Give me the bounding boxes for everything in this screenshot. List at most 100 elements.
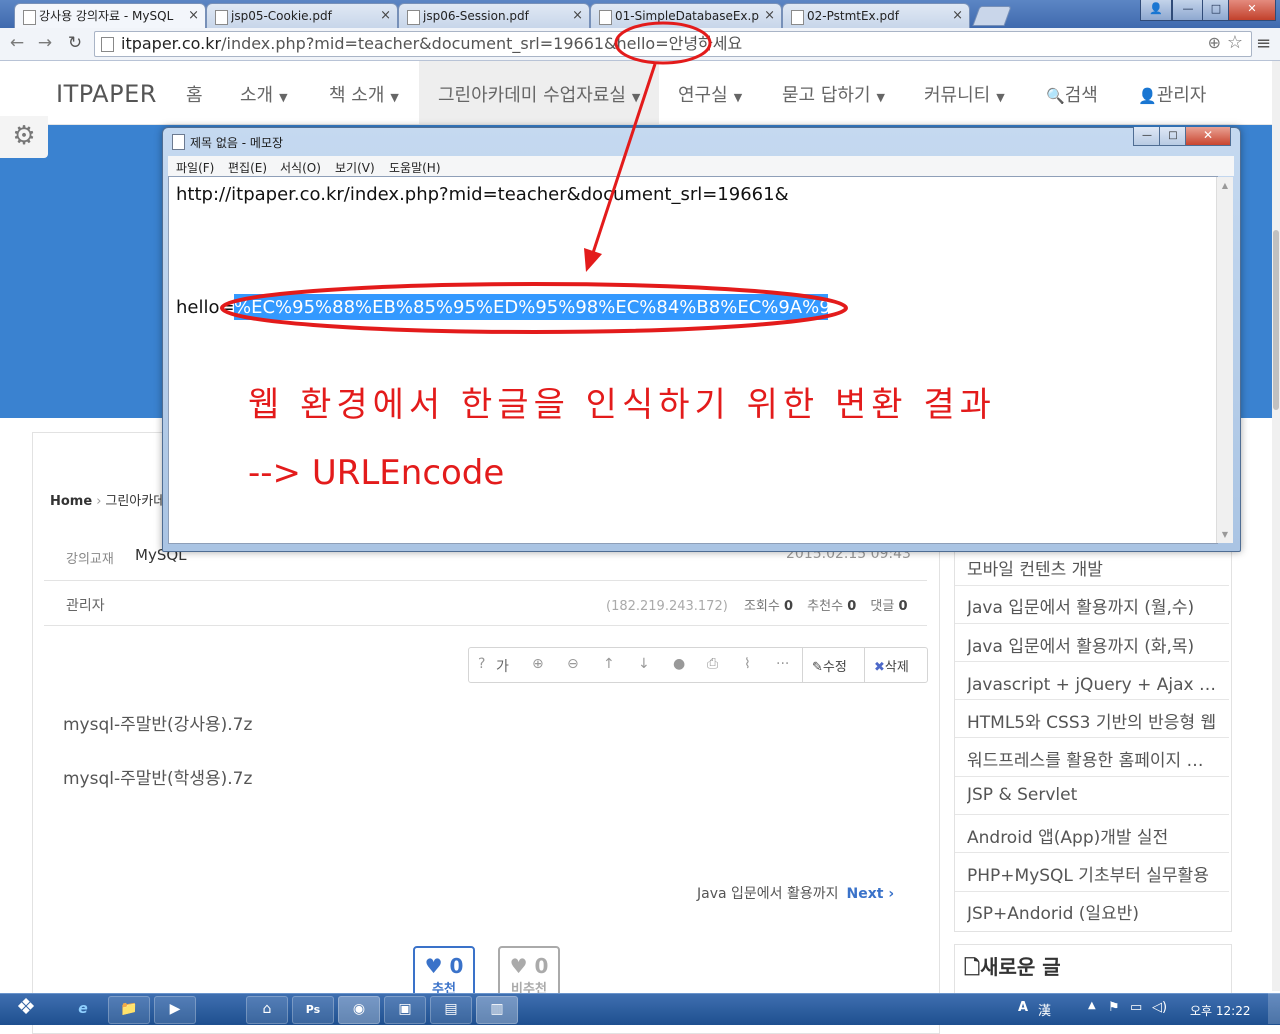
comment-icon[interactable]: ● [673,656,685,672]
sidebar-item[interactable]: 모바일 컨텐츠 개발 [967,555,1217,580]
browser-tab-mysql[interactable]: 강사용 강의자료 - MySQL × [14,3,206,29]
browser-tab-simpledb-pdf[interactable]: 01-SimpleDatabaseEx.pdf × [590,3,782,29]
tab-title: jsp05-Cookie.pdf [231,9,332,23]
browser-tab-cookie-pdf[interactable]: jsp05-Cookie.pdf × [206,3,398,29]
zoom-in-icon[interactable]: ⊕ [532,656,544,672]
attachment-link[interactable]: mysql-주말반(강사용).7z [63,710,252,735]
forward-icon[interactable]: → [34,32,56,54]
sidebar-item[interactable]: Java 입문에서 활용까지 (화,목) [967,632,1217,657]
tab-close-icon[interactable]: × [572,4,583,28]
breadcrumb-home[interactable]: Home [50,494,92,509]
gear-icon[interactable]: ⚙ [0,116,48,158]
sidebar-item[interactable]: JSP & Servlet [967,785,1217,805]
sidebar-item[interactable]: Android 앱(App)개발 실전 [967,823,1217,848]
taskbar-ie-icon[interactable]: e [62,996,104,1024]
recommend-count: 0 [847,599,857,614]
more-icon[interactable]: ··· [776,656,789,672]
scroll-up-icon[interactable]: ▲ [1217,181,1233,190]
sidebar-item[interactable]: 워드프레스를 활용한 홈페이지 제작 [967,746,1217,771]
tab-close-icon[interactable]: × [764,4,775,28]
maximize-window-button[interactable]: □ [1202,0,1230,21]
show-desktop-button[interactable] [1268,993,1280,1024]
menu-green-academy[interactable]: 그린아카데미 수업자료실 ▼ [438,81,640,107]
volume-icon[interactable]: ◁) [1152,1000,1167,1015]
tab-close-icon[interactable]: × [380,4,391,28]
hanja-mode-icon[interactable]: 漢 [1038,1000,1051,1019]
taskbar-app-icon[interactable]: ▤ [430,996,472,1024]
notepad-close-button[interactable]: ✕ [1185,127,1231,146]
menu-lab[interactable]: 연구실 ▼ [678,81,742,107]
font-size-button[interactable]: 가 [496,656,509,676]
notepad-menu-edit[interactable]: 편집(E) [228,159,267,176]
divider [955,585,1229,586]
edit-button[interactable]: ✎수정 [812,656,847,675]
print-icon[interactable]: ⎙ [707,656,718,672]
notepad-url-line: http://itpaper.co.kr/index.php?mid=teach… [176,184,789,205]
menu-community[interactable]: 커뮤니티 ▼ [924,81,1005,107]
notepad-menu-format[interactable]: 서식(O) [280,159,321,176]
notepad-maximize-button[interactable]: □ [1159,127,1187,146]
url-text[interactable]: itpaper.co.kr/index.php?mid=teacher&docu… [121,32,742,55]
next-post-link[interactable]: Java 입문에서 활용까지 Next › [697,883,894,903]
sidebar-item[interactable]: Java 입문에서 활용까지 (월,수) [967,593,1217,618]
start-button[interactable]: ❖ [6,993,46,1024]
divider [955,699,1229,700]
menu-about[interactable]: 소개 ▼ [240,81,288,107]
sidebar-item[interactable]: PHP+MySQL 기초부터 실무활용 [967,861,1217,886]
minimize-window-button[interactable]: — [1172,0,1204,21]
notepad-menu-help[interactable]: 도움말(H) [389,159,441,176]
menu-search[interactable]: 🔍검색 [1046,81,1098,107]
zoom-out-icon[interactable]: ⊖ [567,656,579,672]
menu-qna[interactable]: 묻고 답하기 ▼ [782,81,885,107]
site-logo[interactable]: ITPAPER [56,80,157,108]
taskbar-app-icon[interactable]: ▣ [384,996,426,1024]
arrow-up-icon[interactable]: ↑ [603,656,615,672]
menu-admin[interactable]: 👤관리자 [1138,81,1206,107]
notepad-scrollbar[interactable]: ▲ ▼ [1216,177,1233,543]
taskbar-app-icon[interactable]: ⌂ [246,996,288,1024]
page-scrollbar-thumb[interactable] [1273,230,1279,410]
close-window-button[interactable]: ✕ [1228,0,1276,21]
ime-mode-icon[interactable]: A [1018,1000,1028,1015]
zoom-icon[interactable]: ⊕ [1208,33,1221,52]
menu-books[interactable]: 책 소개 ▼ [329,81,399,107]
network-icon[interactable]: ▭ [1130,1000,1142,1015]
taskbar-chrome-icon[interactable]: ◉ [338,996,380,1024]
attachment-icon[interactable]: ⌇ [744,656,751,672]
show-hidden-icons[interactable]: ▲ [1088,1000,1096,1011]
back-icon[interactable]: ← [6,32,28,54]
sidebar-item[interactable]: Javascript + jQuery + Ajax 완성 [967,670,1217,695]
page-scrollbar[interactable] [1272,61,1280,991]
help-icon[interactable]: ? [478,656,485,672]
attachment-link[interactable]: mysql-주말반(학생용).7z [63,764,252,789]
browser-tab-session-pdf[interactable]: jsp06-Session.pdf × [398,3,590,29]
post-author[interactable]: 관리자 [66,595,105,615]
tab-close-icon[interactable]: × [188,4,199,28]
sidebar-item[interactable]: JSP+Andorid (일요반) [967,899,1217,924]
taskbar-explorer-icon[interactable]: 📁 [108,996,150,1024]
action-center-flag-icon[interactable]: ⚑ [1108,1000,1120,1015]
address-bar[interactable]: itpaper.co.kr/index.php?mid=teacher&docu… [94,31,1252,57]
browser-tab-pstmt-pdf[interactable]: 02-PstmtEx.pdf × [782,3,970,29]
sidebar-item[interactable]: HTML5와 CSS3 기반의 반응형 웹 [967,708,1217,733]
taskbar-photoshop-icon[interactable]: Ps [292,996,334,1024]
notepad-menu-file[interactable]: 파일(F) [176,159,214,176]
chrome-menu-icon[interactable]: ≡ [1256,33,1272,54]
delete-button[interactable]: ✖삭제 [874,656,909,675]
notepad-icon [172,134,185,150]
heart-icon: ♥ [424,954,443,978]
taskbar-notepad-icon[interactable]: ▥ [476,996,518,1024]
browser-toolbar: ← → ↻ itpaper.co.kr/index.php?mid=teache… [0,28,1280,61]
taskbar-clock[interactable]: 오후 12:22 [1190,1002,1250,1019]
arrow-down-icon[interactable]: ↓ [638,656,650,672]
reload-icon[interactable]: ↻ [64,32,86,54]
user-profile-button[interactable]: 👤 [1140,0,1172,21]
notepad-minimize-button[interactable]: — [1133,127,1161,146]
menu-label: 커뮤니티 [924,85,991,106]
bookmark-star-icon[interactable]: ☆ [1227,32,1243,53]
notepad-menu-view[interactable]: 보기(V) [335,159,375,176]
tab-close-icon[interactable]: × [952,4,963,28]
scroll-down-icon[interactable]: ▼ [1217,530,1233,539]
menu-home[interactable]: 홈 [186,81,203,107]
taskbar-media-player-icon[interactable]: ▶ [154,996,196,1024]
